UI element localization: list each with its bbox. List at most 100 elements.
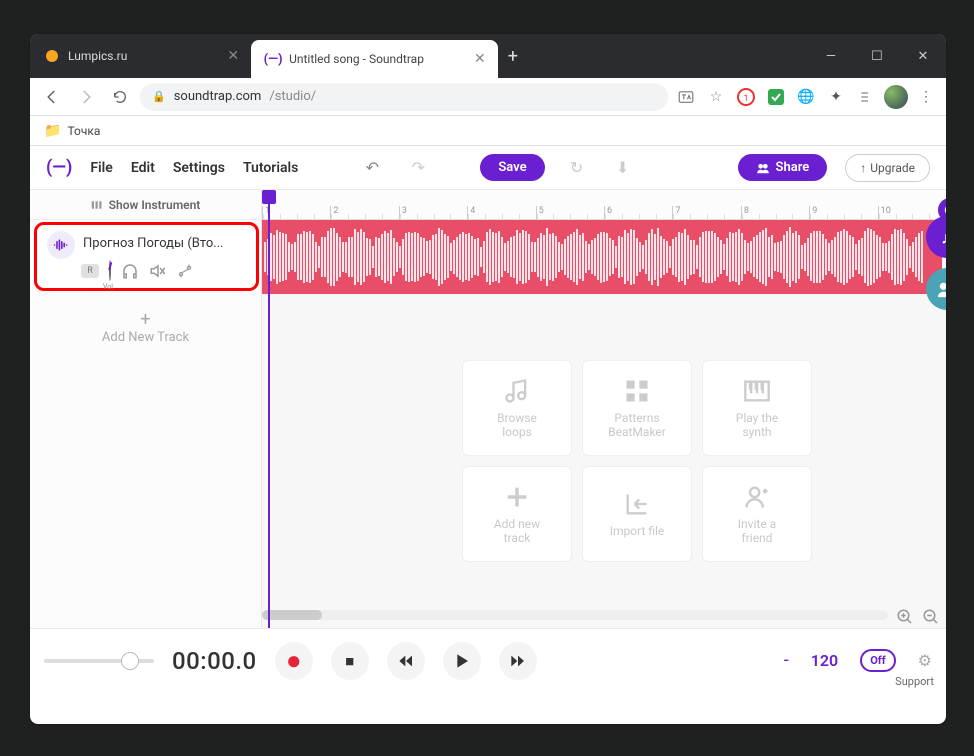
url-host: soundtrap.com bbox=[174, 89, 262, 104]
tab-soundtrap[interactable]: (—) Untitled song - Soundtrap ✕ bbox=[251, 40, 498, 78]
ruler-tick: 4 bbox=[467, 206, 535, 220]
browser-window: Lumpics.ru ✕ (—) Untitled song - Soundtr… bbox=[30, 34, 946, 724]
ruler-tick: 2 bbox=[330, 206, 398, 220]
ext-globe-icon[interactable]: 🌐 bbox=[794, 85, 818, 109]
volume-knob[interactable] bbox=[109, 260, 111, 281]
volume-label: Vol bbox=[103, 283, 113, 291]
ext-list-icon[interactable] bbox=[854, 85, 878, 109]
import-icon bbox=[623, 490, 651, 518]
zoom-out-button[interactable] bbox=[922, 608, 940, 626]
timecode: 00:00.0 bbox=[172, 647, 257, 675]
titlebar: Lumpics.ru ✕ (—) Untitled song - Soundtr… bbox=[30, 34, 946, 78]
upgrade-button[interactable]: ↑ Upgrade bbox=[845, 154, 930, 182]
favicon-lumpics bbox=[44, 48, 60, 64]
track-name: Прогноз Погоды (Вто... bbox=[83, 236, 246, 251]
reload-button[interactable] bbox=[106, 83, 134, 111]
tab-lumpics[interactable]: Lumpics.ru ✕ bbox=[30, 34, 251, 78]
studio-area: Show Instrument Прогноз Погоды (Вто... R… bbox=[30, 190, 946, 628]
bookmark-bar: 📁 Точка bbox=[30, 116, 946, 146]
bookmark-label[interactable]: Точка bbox=[67, 124, 100, 138]
close-window-button[interactable]: ✕ bbox=[900, 34, 946, 78]
save-button[interactable]: Save bbox=[480, 154, 544, 181]
menu-tutorials[interactable]: Tutorials bbox=[243, 160, 298, 176]
extensions-icon[interactable]: ✦ bbox=[824, 85, 848, 109]
automation-icon[interactable] bbox=[177, 263, 193, 279]
add-track-label: Add New Track bbox=[102, 330, 189, 345]
share-button[interactable]: Share bbox=[738, 154, 828, 181]
track-type-icon bbox=[47, 231, 75, 259]
grid-icon bbox=[623, 377, 651, 405]
stop-button[interactable]: ■ bbox=[331, 642, 369, 680]
mute-icon[interactable] bbox=[149, 263, 167, 279]
zoom-slider[interactable] bbox=[44, 659, 154, 663]
key-display[interactable]: - bbox=[784, 650, 789, 671]
minimize-button[interactable]: — bbox=[808, 34, 854, 78]
url-path: /studio/ bbox=[269, 89, 316, 104]
app-toolbar: (—) File Edit Settings Tutorials ↶ ↷ Sav… bbox=[30, 146, 946, 190]
add-track-button[interactable]: + Add New Track bbox=[30, 295, 261, 359]
ruler-tick: 5 bbox=[536, 206, 604, 220]
show-instrument-label: Show Instrument bbox=[109, 198, 201, 212]
close-icon[interactable]: ✕ bbox=[470, 51, 490, 67]
ruler-tick: 7 bbox=[672, 206, 740, 220]
ruler-tick: 1 bbox=[262, 206, 330, 220]
redo-button[interactable]: ↷ bbox=[404, 154, 432, 182]
settings-gear-icon[interactable]: ⚙ bbox=[918, 651, 932, 670]
undo-button[interactable]: ↶ bbox=[358, 154, 386, 182]
play-button[interactable] bbox=[443, 642, 481, 680]
history-button[interactable]: ↻ bbox=[563, 154, 591, 182]
action-card-import[interactable]: Import file bbox=[582, 466, 692, 562]
menu-settings[interactable]: Settings bbox=[173, 160, 225, 176]
tab-label: Untitled song - Soundtrap bbox=[289, 52, 424, 66]
support-link[interactable]: Support bbox=[895, 675, 934, 688]
menu-edit[interactable]: Edit bbox=[131, 160, 155, 176]
timeline: 12345678910 ⚙ ↺ ♫ BrowseloopsPatternsBea… bbox=[262, 190, 946, 628]
upload-icon: ↑ bbox=[860, 161, 866, 175]
record-arm-button[interactable]: R bbox=[81, 264, 99, 278]
forward-button[interactable] bbox=[72, 83, 100, 111]
action-card-plus[interactable]: Add newtrack bbox=[462, 466, 572, 562]
action-card-piano[interactable]: Play thesynth bbox=[702, 360, 812, 456]
zoom-in-button[interactable] bbox=[896, 608, 914, 626]
headphones-icon[interactable] bbox=[121, 263, 139, 279]
rewind-button[interactable] bbox=[387, 642, 425, 680]
bpm-display[interactable]: 120 bbox=[811, 651, 838, 670]
ruler-tick: 3 bbox=[399, 206, 467, 220]
maximize-button[interactable]: ☐ bbox=[854, 34, 900, 78]
new-tab-button[interactable]: + bbox=[498, 34, 528, 78]
translate-icon[interactable] bbox=[674, 85, 698, 109]
plus-icon: + bbox=[30, 309, 261, 330]
svg-text:1: 1 bbox=[743, 94, 748, 104]
ext-check-icon[interactable] bbox=[764, 85, 788, 109]
action-card-grid[interactable]: PatternsBeatMaker bbox=[582, 360, 692, 456]
close-icon[interactable]: ✕ bbox=[223, 48, 243, 64]
show-instrument-button[interactable]: Show Instrument bbox=[30, 190, 261, 220]
folder-icon: 📁 bbox=[44, 123, 61, 139]
ruler[interactable]: 12345678910 bbox=[262, 190, 946, 220]
horizontal-scrollbar[interactable] bbox=[262, 610, 888, 620]
soundtrap-logo[interactable]: (—) bbox=[46, 157, 72, 178]
menu-file[interactable]: File bbox=[90, 160, 113, 176]
track-header[interactable]: Прогноз Погоды (Вто... R Vol bbox=[34, 222, 259, 291]
download-button[interactable]: ⬇ bbox=[609, 154, 637, 182]
ext-adblock-icon[interactable]: 1 bbox=[734, 85, 758, 109]
share-label: Share bbox=[776, 160, 810, 175]
profile-avatar[interactable] bbox=[884, 85, 908, 109]
ruler-tick: 9 bbox=[809, 206, 877, 220]
audio-clip[interactable] bbox=[262, 220, 942, 294]
menu-icon[interactable]: ⋮ bbox=[914, 85, 938, 109]
playhead-line bbox=[268, 190, 270, 628]
action-card-note[interactable]: Browseloops bbox=[462, 360, 572, 456]
action-card-person[interactable]: Invite afriend bbox=[702, 466, 812, 562]
star-icon[interactable]: ☆ bbox=[704, 85, 728, 109]
metronome-toggle[interactable]: Off bbox=[860, 649, 895, 672]
note-icon bbox=[503, 377, 531, 405]
forward-button[interactable] bbox=[499, 642, 537, 680]
track-panel: Show Instrument Прогноз Погоды (Вто... R… bbox=[30, 190, 262, 628]
back-button[interactable] bbox=[38, 83, 66, 111]
lock-icon: 🔒 bbox=[152, 90, 166, 103]
url-box[interactable]: 🔒 soundtrap.com/studio/ bbox=[140, 83, 668, 111]
tab-label: Lumpics.ru bbox=[68, 49, 127, 63]
address-bar: 🔒 soundtrap.com/studio/ ☆ 1 🌐 ✦ ⋮ bbox=[30, 78, 946, 116]
record-button[interactable]: ● bbox=[275, 642, 313, 680]
